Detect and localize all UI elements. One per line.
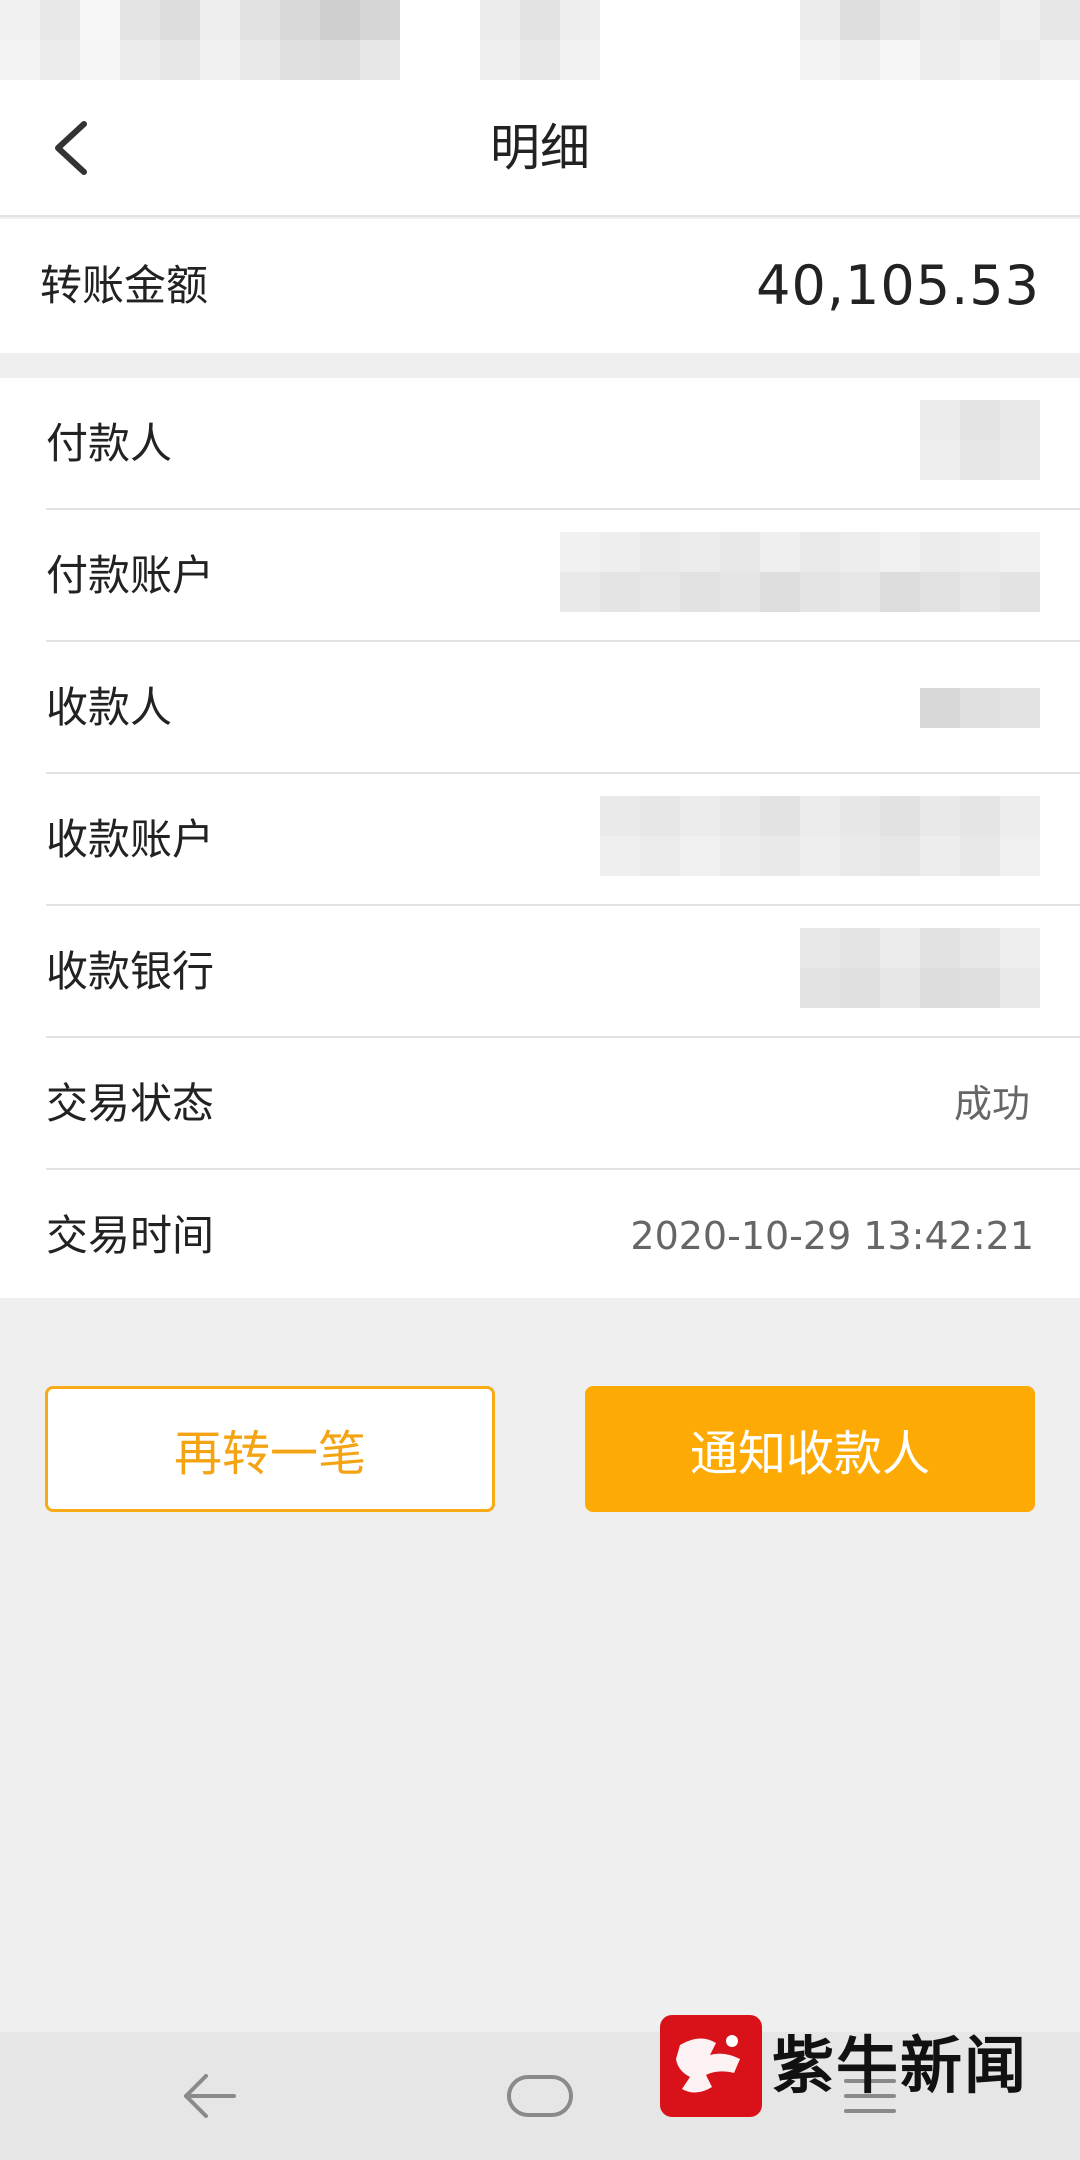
- detail-label: 付款人: [46, 419, 173, 468]
- detail-row-payee-account: 收款账户: [0, 774, 1080, 906]
- watermark-text: 紫牛新闻: [772, 2029, 1029, 2102]
- status-bar: [0, 0, 1080, 80]
- detail-label: 收款银行: [46, 947, 215, 996]
- detail-row-payer: 付款人: [0, 378, 1080, 510]
- status-bar-mosaic-mid: [480, 0, 600, 80]
- payer-value-redacted: [920, 400, 1040, 480]
- amount-label: 转账金额: [40, 261, 209, 310]
- watermark: 紫牛新闻: [660, 2015, 1080, 2125]
- detail-label: 收款人: [46, 683, 173, 732]
- payee-bank-value-redacted: [800, 928, 1040, 1008]
- detail-row-payee: 收款人: [0, 642, 1080, 774]
- home-circle-icon: [507, 2075, 573, 2117]
- navigation-bar: 明细: [0, 80, 1080, 217]
- payer-account-value-redacted: [560, 532, 1040, 612]
- page-title: 明细: [490, 119, 590, 177]
- watermark-seal-icon: [660, 2015, 762, 2117]
- system-home-button[interactable]: [495, 2056, 585, 2136]
- screen: 明细 转账金额 40,105.53 付款人 付款账户 收款人 收款账户 收款银行…: [0, 0, 1080, 2160]
- detail-label: 付款账户: [46, 551, 215, 600]
- payee-value-redacted: [920, 688, 1040, 728]
- notify-payee-button[interactable]: 通知收款人: [585, 1386, 1035, 1512]
- detail-label: 收款账户: [46, 815, 215, 864]
- detail-row-time: 交易时间 2020-10-29 13:42:21: [0, 1170, 1080, 1302]
- back-triangle-icon: [184, 2074, 236, 2118]
- amount-row: 转账金额 40,105.53: [0, 219, 1080, 353]
- status-bar-mosaic-left: [0, 0, 400, 80]
- amount-value: 40,105.53: [756, 254, 1040, 317]
- status-bar-mosaic-right: [800, 0, 1080, 80]
- status-value: 成功: [953, 1082, 1030, 1126]
- detail-row-status: 交易状态 成功: [0, 1038, 1080, 1170]
- system-back-button[interactable]: [165, 2056, 255, 2136]
- payee-account-value-redacted: [600, 796, 1040, 876]
- detail-row-payee-bank: 收款银行: [0, 906, 1080, 1038]
- detail-list: 付款人 付款账户 收款人 收款账户 收款银行 交易状态 成功 交易时间 2020…: [0, 378, 1080, 1298]
- time-value: 2020-10-29 13:42:21: [630, 1214, 1034, 1258]
- detail-label: 交易状态: [46, 1079, 215, 1128]
- transfer-again-button[interactable]: 再转一笔: [45, 1386, 495, 1512]
- detail-row-payer-account: 付款账户: [0, 510, 1080, 642]
- detail-label: 交易时间: [46, 1211, 215, 1260]
